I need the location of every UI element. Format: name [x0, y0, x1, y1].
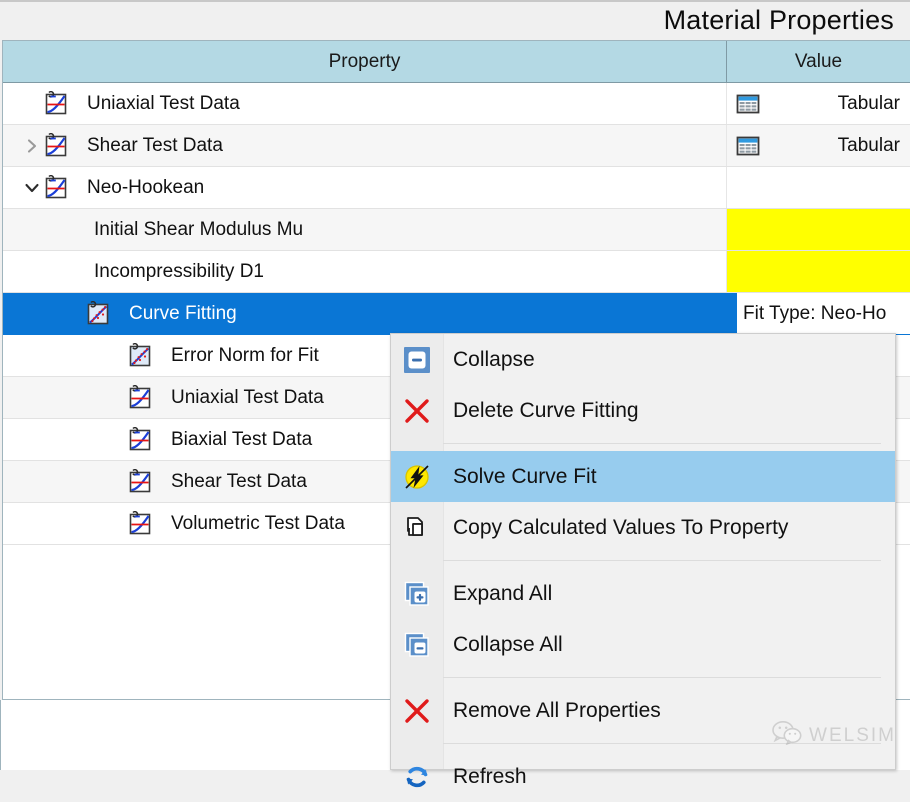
table-cell-property[interactable]: Initial Shear Modulus Mu [3, 209, 727, 250]
selection-indicator [727, 293, 737, 334]
table-row[interactable]: Initial Shear Modulus Mu [3, 209, 910, 251]
table-cell-value[interactable]: Fit Type: Neo-Ho [727, 293, 910, 334]
copy-pages-icon [402, 513, 432, 543]
table-row[interactable]: Neo-Hookean [3, 167, 910, 209]
table-cell-value[interactable] [727, 251, 910, 292]
menu-item-solve-curve-fit[interactable]: Solve Curve Fit [391, 451, 895, 502]
table-row-label: Neo-Hookean [87, 177, 204, 199]
tabular-grid-icon [735, 133, 761, 159]
menu-separator [443, 443, 881, 444]
table-cell-property[interactable]: Incompressibility D1 [3, 251, 727, 292]
menu-item-label: Collapse [443, 348, 535, 372]
expand-all-icon [402, 579, 432, 609]
menu-item-expand-all[interactable]: Expand All [391, 568, 895, 619]
menu-item-label: Copy Calculated Values To Property [443, 516, 788, 540]
menu-item-remove-all-properties[interactable]: Remove All Properties [391, 685, 895, 736]
menu-item-label: Refresh [443, 765, 527, 789]
column-header-value[interactable]: Value [727, 41, 910, 82]
menu-item-refresh[interactable]: Refresh [391, 751, 895, 802]
tabular-grid-icon [735, 91, 761, 117]
table-row[interactable]: Uniaxial Test Data Tabular [3, 83, 910, 125]
context-menu-item-list: Collapse Delete Curve Fitting Solve Curve … [391, 334, 895, 802]
menu-item-icon-slot [391, 762, 443, 792]
curve-chart-icon [127, 469, 162, 495]
menu-item-icon-slot [391, 696, 443, 726]
menu-item-collapse[interactable]: Collapse [391, 334, 895, 385]
menu-separator [443, 560, 881, 561]
page-title-label: Material Properties [664, 5, 894, 36]
curve-chart-icon [43, 91, 78, 117]
red-x-icon [402, 696, 432, 726]
curve-chart-icon [43, 133, 78, 159]
table-row-label: Uniaxial Test Data [87, 93, 240, 115]
menu-separator [443, 743, 881, 744]
curve-chart-icon [127, 385, 162, 411]
table-cell-property[interactable]: Curve Fitting [3, 293, 727, 334]
table-row-label: Incompressibility D1 [94, 261, 264, 283]
table-cell-property[interactable]: Shear Test Data [3, 125, 727, 166]
menu-item-icon-slot [391, 579, 443, 609]
table-row[interactable]: Incompressibility D1 [3, 251, 910, 293]
table-row-label: Volumetric Test Data [171, 513, 345, 535]
table-row-label: Initial Shear Modulus Mu [94, 219, 303, 241]
grid-header-row: Property Value [3, 41, 910, 83]
table-row-label: Curve Fitting [129, 303, 237, 325]
menu-item-label: Expand All [443, 582, 552, 606]
table-row-label: Shear Test Data [171, 471, 307, 493]
curve-fit-scatter-icon [127, 343, 162, 369]
menu-item-label: Remove All Properties [443, 699, 661, 723]
table-row-value-label: Fit Type: Neo-Ho [743, 303, 886, 325]
chevron-right-icon[interactable] [21, 138, 43, 154]
column-header-property-label: Property [329, 51, 401, 73]
table-row-label: Error Norm for Fit [171, 345, 319, 367]
menu-item-label: Delete Curve Fitting [443, 399, 639, 423]
collapse-box-icon [402, 345, 432, 375]
menu-item-label: Solve Curve Fit [443, 465, 597, 489]
table-cell-value[interactable] [727, 209, 910, 250]
menu-item-delete-curve-fitting[interactable]: Delete Curve Fitting [391, 385, 895, 436]
table-row-label: Uniaxial Test Data [171, 387, 324, 409]
page-title: Material Properties [0, 2, 902, 38]
menu-separator [443, 677, 881, 678]
lightning-bolt-icon [402, 462, 432, 492]
material-properties-panel: Material Properties Property Value Uniax… [0, 0, 910, 770]
red-x-icon [402, 396, 432, 426]
table-cell-value[interactable] [727, 167, 910, 208]
refresh-icon [402, 762, 432, 792]
table-cell-property[interactable]: Neo-Hookean [3, 167, 727, 208]
column-header-property[interactable]: Property [3, 41, 727, 82]
table-row[interactable]: Curve Fitting Fit Type: Neo-Ho [3, 293, 910, 335]
menu-item-icon-slot [391, 345, 443, 375]
column-header-value-label: Value [795, 51, 842, 73]
menu-item-icon-slot [391, 630, 443, 660]
collapse-all-icon [402, 630, 432, 660]
curve-chart-icon [43, 175, 78, 201]
menu-item-label: Collapse All [443, 633, 563, 657]
curve-chart-icon [127, 511, 162, 537]
table-cell-property[interactable]: Uniaxial Test Data [3, 83, 727, 124]
context-menu: Collapse Delete Curve Fitting Solve Curve … [390, 333, 896, 770]
menu-item-icon-slot [391, 513, 443, 543]
table-cell-value[interactable]: Tabular [727, 125, 910, 166]
menu-item-copy-calculated-values-to-property[interactable]: Copy Calculated Values To Property [391, 502, 895, 553]
menu-item-icon-slot [391, 462, 443, 492]
curve-fit-scatter-icon [85, 301, 120, 327]
table-row-value-label: Tabular [838, 93, 900, 115]
menu-item-collapse-all[interactable]: Collapse All [391, 619, 895, 670]
menu-item-icon-slot [391, 396, 443, 426]
table-row-value-label: Tabular [838, 135, 900, 157]
table-row-label: Shear Test Data [87, 135, 223, 157]
table-row-label: Biaxial Test Data [171, 429, 312, 451]
table-row[interactable]: Shear Test Data Tabular [3, 125, 910, 167]
curve-chart-icon [127, 427, 162, 453]
table-cell-value[interactable]: Tabular [727, 83, 910, 124]
chevron-down-icon[interactable] [21, 180, 43, 196]
